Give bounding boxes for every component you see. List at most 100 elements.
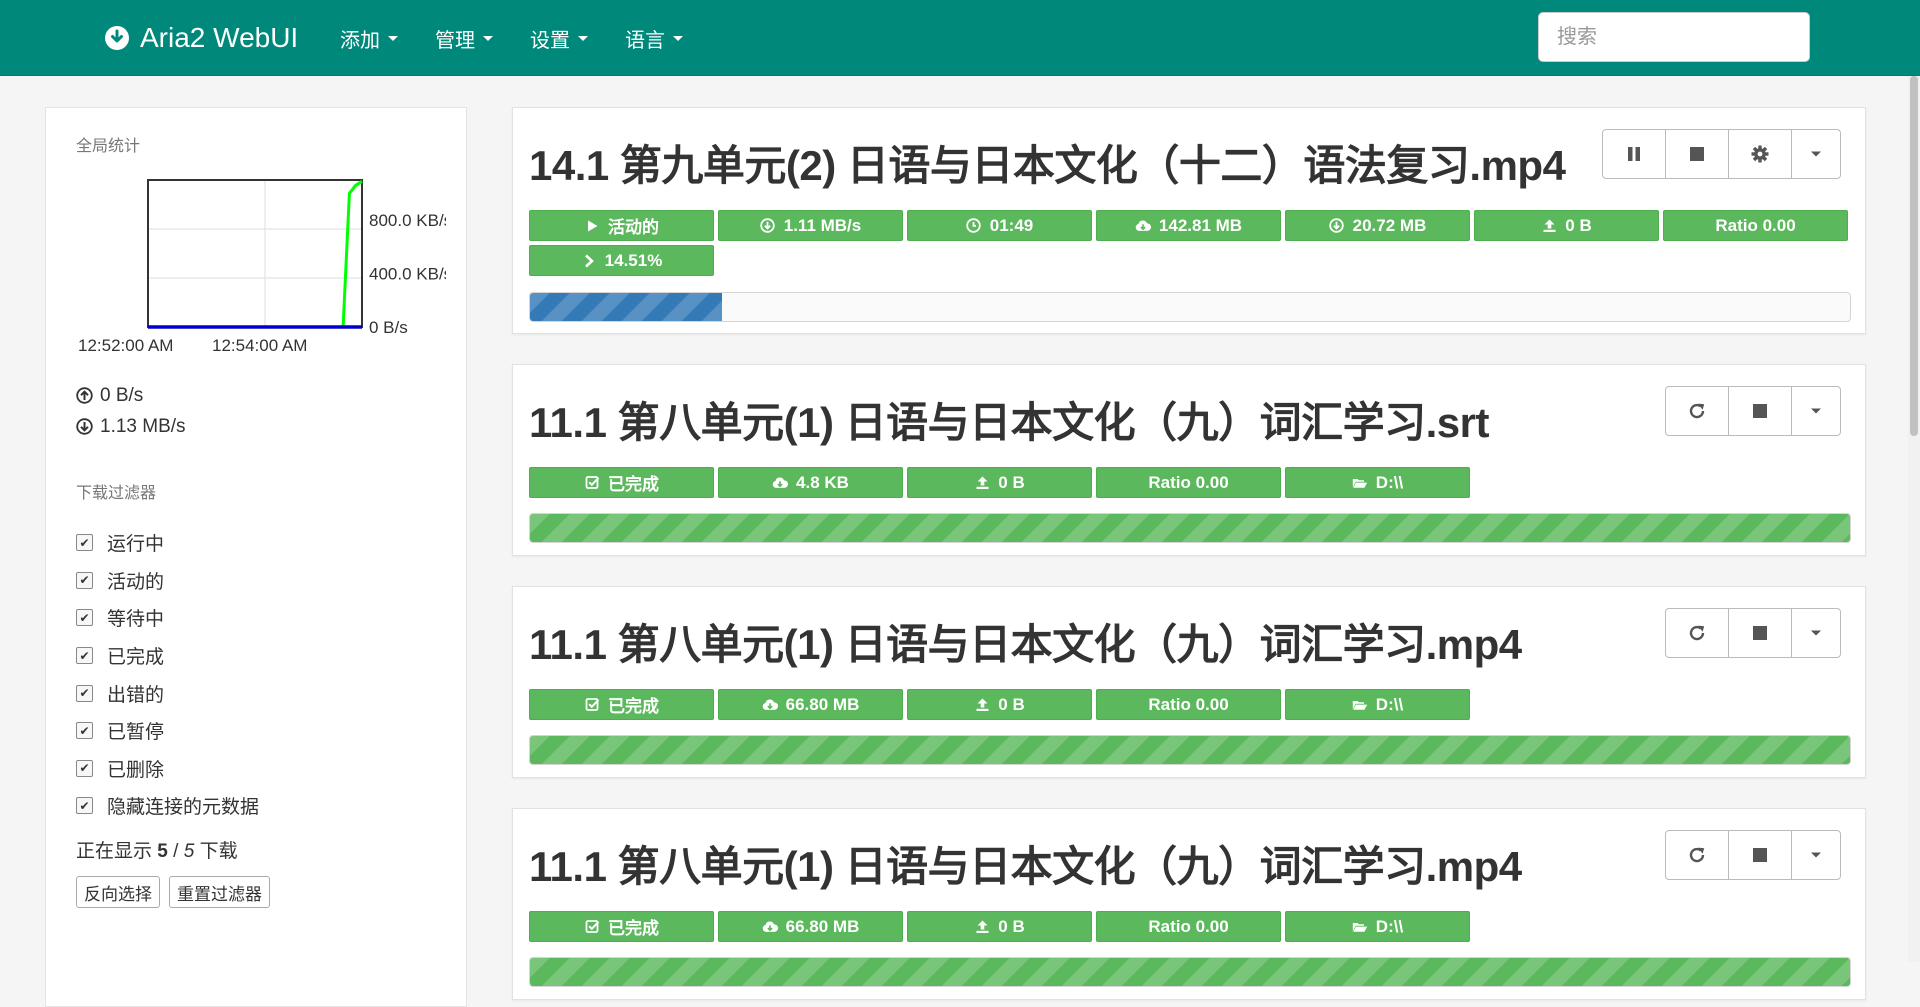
checkbox-checked-icon[interactable]: ✔ [76,534,93,552]
caret-down-icon [483,35,493,41]
checkbox-checked-icon[interactable]: ✔ [76,759,93,777]
invert-selection-button[interactable]: 反向选择 [76,876,160,908]
size-badge: 4.8 KB [718,467,903,498]
size-badge: 66.80 MB [718,911,903,942]
checkbox-checked-icon[interactable]: ✔ [76,684,93,702]
filter-label: 等待中 [107,609,165,631]
download-card: 14.1 第九单元(2) 日语与日本文化（十二）语法复习.mp4 活动的 1.11 … [512,107,1866,334]
restart-button[interactable] [1666,387,1729,435]
folder-open-icon [1352,919,1368,935]
filter-label: 运行中 [107,534,165,556]
chevron-down-icon [1810,851,1822,859]
filter-hide-metadata[interactable]: ✔ 隐藏连接的元数据 [76,787,259,825]
checkbox-checked-icon[interactable]: ✔ [76,647,93,665]
stop-button[interactable] [1666,130,1729,178]
cloud-download-icon [762,919,778,935]
folder-open-icon [1352,697,1368,713]
upload-icon [1541,218,1557,234]
download-controls [1665,386,1841,436]
stop-icon [1751,624,1769,642]
checkbox-checked-icon[interactable]: ✔ [76,722,93,740]
menu-language-label: 语言 [625,29,665,52]
badge-text: 活动的 [608,218,659,237]
filter-label: 出错的 [107,684,165,706]
state-badge: 活动的 [529,210,714,241]
badge-text: 66.80 MB [785,916,860,936]
download-speed-row: 1.13 MB/s [76,411,186,442]
download-card: 11.1 第八单元(1) 日语与日本文化（九）词汇学习.mp4 已完成 66.80 … [512,808,1866,1000]
badge-text: Ratio 0.00 [1148,916,1229,936]
filter-removed[interactable]: ✔ 已删除 [76,750,259,788]
menu-manage[interactable]: 管理 [435,24,493,53]
badge-text: 14.51% [604,250,663,270]
filter-running[interactable]: ✔ 运行中 [76,524,259,562]
chevron-down-button[interactable] [1792,130,1840,178]
filter-active[interactable]: ✔ 活动的 [76,562,259,600]
filter-paused[interactable]: ✔ 已暂停 [76,712,259,750]
badge-text: 已完成 [608,475,659,494]
menu-settings[interactable]: 设置 [530,24,588,53]
progress-fill [530,514,1850,542]
chevron-down-icon [1810,629,1822,637]
showing-separator: / [173,841,179,862]
cloud-download-icon [762,697,778,713]
speed-badge: 1.11 MB/s [718,210,903,241]
filter-waiting[interactable]: ✔ 等待中 [76,599,259,637]
play-icon [584,218,600,234]
filter-complete[interactable]: ✔ 已完成 [76,637,259,675]
download-circle-icon [104,25,130,51]
badge-text: 已完成 [608,919,659,938]
checkbox-checked-icon[interactable]: ✔ [76,609,93,627]
chart-series-line [148,180,363,329]
folder-badge: D:\\ [1285,689,1470,720]
chevron-right-icon [581,253,597,269]
state-badge: 已完成 [529,911,714,942]
chevron-down-button[interactable] [1792,609,1840,657]
badge-text: 66.80 MB [785,694,860,714]
stop-button[interactable] [1729,387,1792,435]
progress-bar [529,735,1851,765]
filter-error[interactable]: ✔ 出错的 [76,674,259,712]
download-title: 11.1 第八单元(1) 日语与日本文化（九）词汇学习.mp4 [529,843,1522,890]
download-badges: 已完成 66.80 MB 0 B Ratio 0.00 D:\\ [529,689,1863,720]
brand[interactable]: Aria2 WebUI [104,0,298,76]
stop-button[interactable] [1729,609,1792,657]
check-square-icon [584,697,600,713]
menu-add[interactable]: 添加 [340,24,398,53]
progress-fill [530,958,1850,986]
chevron-down-icon [1810,150,1822,158]
folder-badge: D:\\ [1285,911,1470,942]
state-badge: 已完成 [529,689,714,720]
badge-text: 01:49 [989,215,1034,235]
gear-icon [1750,144,1770,164]
restart-button[interactable] [1666,609,1729,657]
upload-badge: 0 B [907,467,1092,498]
menu-language[interactable]: 语言 [625,24,683,53]
scrollbar-thumb[interactable] [1910,76,1918,436]
stop-button[interactable] [1729,831,1792,879]
menu-add-label: 添加 [340,29,380,52]
folder-badge: D:\\ [1285,467,1470,498]
menu-settings-label: 设置 [530,29,570,52]
filter-list: ✔ 运行中 ✔ 活动的 ✔ 等待中 ✔ 已完成 ✔ 出错的 ✔ 已暂停 ✔ 已删除 ✔ 隐藏连接… [76,524,259,825]
gear-button[interactable] [1729,130,1792,178]
progress-bar [529,513,1851,543]
download-speed: 1.13 MB/s [100,416,186,437]
progress-fill [530,736,1850,764]
badge-text: Ratio 0.00 [1715,215,1796,235]
search-input[interactable] [1538,12,1810,62]
checkbox-checked-icon[interactable]: ✔ [76,797,93,815]
state-badge: 已完成 [529,467,714,498]
caret-down-icon [673,35,683,41]
reset-filters-button[interactable]: 重置过滤器 [169,876,270,908]
pause-button[interactable] [1603,130,1666,178]
chevron-down-button[interactable] [1792,387,1840,435]
badge-text: Ratio 0.00 [1148,472,1229,492]
restart-button[interactable] [1666,831,1729,879]
checkbox-checked-icon[interactable]: ✔ [76,571,93,589]
upload-speed-row: 0 B/s [76,380,186,411]
upload-badge: 0 B [907,911,1092,942]
stop-icon [1751,846,1769,864]
download-controls [1665,830,1841,880]
chevron-down-button[interactable] [1792,831,1840,879]
